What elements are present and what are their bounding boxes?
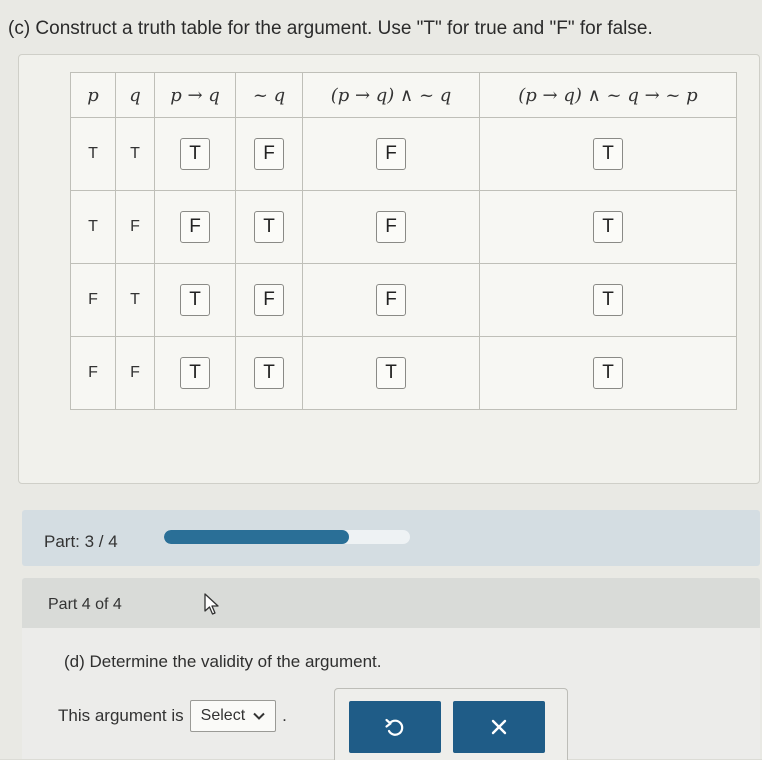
truth-table: p q p → q ~ q (p → q) ∧ ~ q (p → q) ∧ ~ … [70, 72, 737, 410]
answer-box[interactable]: F [376, 211, 406, 243]
close-icon [491, 719, 507, 735]
answer-box[interactable]: F [254, 284, 284, 316]
cell-q: F [115, 190, 155, 264]
cell-q: T [115, 117, 155, 191]
answer-box[interactable]: T [593, 211, 623, 243]
part-4-title: Part 4 of 4 [48, 596, 122, 613]
cell-conjunction: F [302, 263, 480, 337]
clear-button[interactable] [453, 701, 545, 753]
cell-p-implies-q: T [154, 263, 236, 337]
cell-final: T [479, 190, 737, 264]
cell-not-q: T [235, 336, 303, 410]
chevron-down-icon [253, 712, 265, 720]
table-row: F F T T T T [70, 336, 737, 410]
undo-icon [385, 718, 404, 736]
undo-button[interactable] [349, 701, 441, 753]
cell-not-q: T [235, 190, 303, 264]
cell-p-implies-q: T [154, 117, 236, 191]
part-d-question: (d) Determine the validity of the argume… [64, 652, 382, 671]
cell-final: T [479, 117, 737, 191]
cell-q: F [115, 336, 155, 410]
answer-line: This argument is Select . [58, 700, 287, 732]
progress-fill [164, 530, 349, 544]
cell-q: T [115, 263, 155, 337]
part-4-body: (d) Determine the validity of the argume… [22, 628, 760, 760]
progress-section: Part: 3 / 4 [22, 510, 760, 566]
cell-p: T [70, 190, 116, 264]
validity-select[interactable]: Select [189, 700, 277, 732]
table-row: T F F T F T [70, 190, 737, 264]
answer-box[interactable]: F [376, 284, 406, 316]
answer-box[interactable]: T [180, 357, 210, 389]
header-q: q [115, 72, 155, 118]
page: (c) Construct a truth table for the argu… [0, 0, 762, 760]
part-4-header: Part 4 of 4 [22, 578, 760, 628]
answer-box[interactable]: T [593, 357, 623, 389]
header-final: (p → q) ∧ ~ q → ~ p [479, 72, 737, 118]
cell-conjunction: F [302, 190, 480, 264]
header-p: p [70, 72, 116, 118]
header-not-q: ~ q [235, 72, 303, 118]
answer-box[interactable]: F [180, 211, 210, 243]
answer-box[interactable]: T [180, 138, 210, 170]
answer-box[interactable]: F [254, 138, 284, 170]
cell-not-q: F [235, 263, 303, 337]
cell-final: T [479, 336, 737, 410]
table-row: T T T F F T [70, 117, 737, 191]
answer-box[interactable]: T [254, 357, 284, 389]
mouse-cursor-icon [204, 593, 219, 615]
cell-p-implies-q: F [154, 190, 236, 264]
cell-final: T [479, 263, 737, 337]
cell-p: F [70, 336, 116, 410]
select-value: Select [200, 707, 246, 724]
answer-box[interactable]: F [376, 138, 406, 170]
truth-table-header-row: p q p → q ~ q (p → q) ∧ ~ q (p → q) ∧ ~ … [70, 72, 737, 118]
header-conjunction: (p → q) ∧ ~ q [302, 72, 480, 118]
action-button-panel [334, 688, 568, 760]
header-p-implies-q: p → q [154, 72, 236, 118]
answer-box[interactable]: T [180, 284, 210, 316]
answer-prefix: This argument is [58, 706, 184, 725]
cell-conjunction: T [302, 336, 480, 410]
cell-conjunction: F [302, 117, 480, 191]
answer-box[interactable]: T [593, 138, 623, 170]
progress-track [164, 530, 410, 544]
answer-period: . [282, 706, 287, 725]
table-row: F T T F F T [70, 263, 737, 337]
answer-box[interactable]: T [593, 284, 623, 316]
cell-p-implies-q: T [154, 336, 236, 410]
cell-p: F [70, 263, 116, 337]
answer-box[interactable]: T [376, 357, 406, 389]
cell-not-q: F [235, 117, 303, 191]
part-progress-label: Part: 3 / 4 [44, 532, 118, 551]
answer-box[interactable]: T [254, 211, 284, 243]
part-c-instruction: (c) Construct a truth table for the argu… [8, 18, 653, 39]
cell-p: T [70, 117, 116, 191]
